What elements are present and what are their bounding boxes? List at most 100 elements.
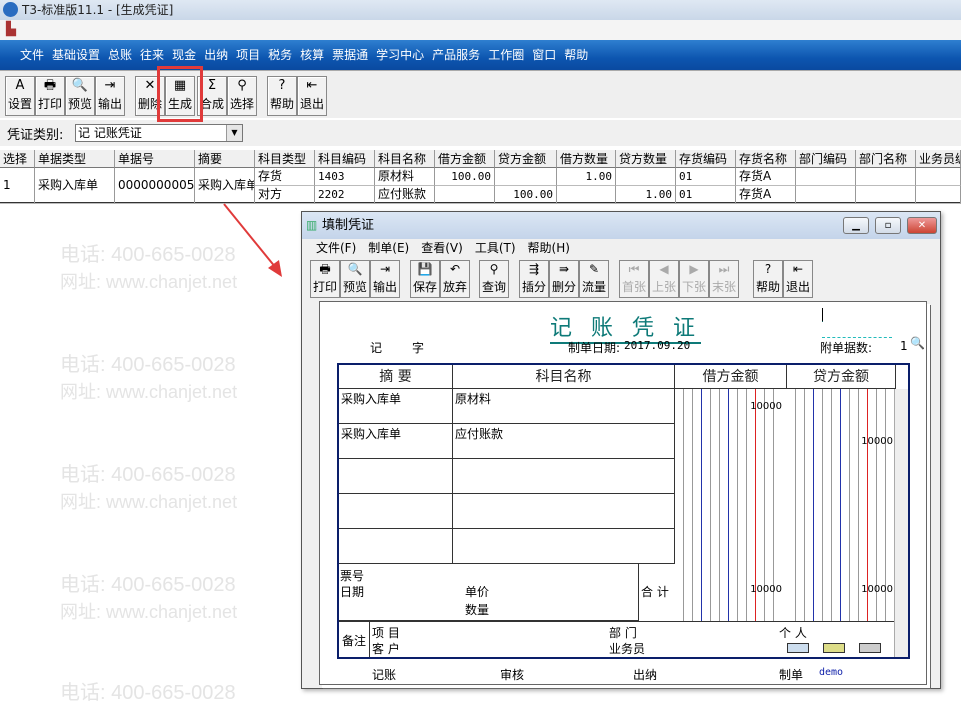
dialog-toolbar-button-12[interactable]: ⏭ 末张 [709,260,739,298]
summary-cell[interactable]: 采购入库单 [339,389,453,424]
summary-cell[interactable] [339,494,453,529]
dialog-toolbar-button-0[interactable]: 🖶 打印 [310,260,340,298]
dialog-toolbar-button-13[interactable]: ? 帮助 [753,260,783,298]
grid-cell-dept_name[interactable] [856,186,916,204]
dialog-toolbar-button-14[interactable]: ⇤ 退出 [783,260,813,298]
dialog-toolbar-button-3[interactable]: 💾 保存 [410,260,440,298]
dialog-toolbar-button-5[interactable]: ⚲ 查询 [479,260,509,298]
grid-cell-acct_name[interactable]: 原材料 [375,168,435,186]
person-label[interactable]: 个 人 [779,624,807,641]
id-card-icon[interactable] [823,643,845,653]
grid-cell-inv_name[interactable]: 存货A [736,186,796,204]
dialog-toolbar-button-11[interactable]: ▶ 下张 [679,260,709,298]
dialog-toolbar-button-7[interactable]: ⇛ 删分 [549,260,579,298]
grid-cell-credit[interactable] [495,168,557,186]
voucher-type-char[interactable]: 记 [370,339,382,356]
grid-header-cell[interactable]: 摘要 [195,150,255,168]
account-cell[interactable] [453,529,675,564]
grid-cell-inv_code[interactable]: 01 [676,168,736,186]
attach-count[interactable]: 1 [900,339,908,353]
toolbar-button-8[interactable]: ? 帮助 [267,76,297,116]
grid-cell-sales[interactable] [916,168,961,186]
minimize-button[interactable]: ▁ [843,217,869,234]
grid-cell-dept_code[interactable] [796,168,856,186]
grid-header-cell[interactable]: 单据号 [115,150,195,168]
dialog-menu-item[interactable]: 查看(V) [415,239,469,258]
account-cell[interactable] [453,494,675,529]
grid-header-cell[interactable]: 科目名称 [375,150,435,168]
toolbar-button-9[interactable]: ⇤ 退出 [297,76,327,116]
summary-cell[interactable] [339,459,453,494]
dialog-menu-item[interactable]: 帮助(H) [522,239,576,258]
dialog-menu-item[interactable]: 文件(F) [310,239,362,258]
grid-cell-doc_type[interactable]: 采购入库单 [35,168,115,204]
grid-cell-debit_qty[interactable] [557,186,616,204]
document-icon[interactable]: ▙ [6,22,16,37]
menu-item[interactable]: 总账 [104,40,136,70]
toolbar-button-0[interactable]: A 设置 [5,76,35,116]
menu-item[interactable]: 学习中心 [372,40,428,70]
grid-cell-credit_qty[interactable] [616,168,676,186]
summary-cell[interactable] [339,529,453,564]
account-cell[interactable] [453,459,675,494]
grid-header-cell[interactable]: 科目类型 [255,150,315,168]
grid-cell-acct_code[interactable]: 2202 [315,186,375,204]
salesman-label[interactable]: 业务员 [609,640,645,657]
dialog-toolbar-button-4[interactable]: ↶ 放弃 [440,260,470,298]
summary-cell[interactable]: 采购入库单 [339,424,453,459]
voucher-no-field[interactable] [822,308,892,338]
toolbar-button-1[interactable]: 🖶 打印 [35,76,65,116]
menu-item[interactable]: 票据通 [328,40,372,70]
grid-header-cell[interactable]: 业务员编 [916,150,961,168]
grid-cell-debit_qty[interactable]: 1.00 [557,168,616,186]
card-icon[interactable] [787,643,809,653]
account-cell[interactable]: 原材料 [453,389,675,424]
grid-header-cell[interactable]: 科目编码 [315,150,375,168]
grid-header-cell[interactable]: 借方数量 [557,150,616,168]
dialog-toolbar-button-1[interactable]: 🔍 预览 [340,260,370,298]
menu-item[interactable]: 文件 [16,40,48,70]
grid-cell-debit[interactable] [435,186,495,204]
grid-cell-select[interactable]: 1 [0,168,35,204]
credit-amount[interactable]: 10000 [833,436,893,447]
grid-header-cell[interactable]: 贷方数量 [616,150,676,168]
menu-item[interactable]: 基础设置 [48,40,104,70]
grid-header-cell[interactable]: 部门编码 [796,150,856,168]
dialog-menu-item[interactable]: 工具(T) [469,239,522,258]
grid-cell-inv_name[interactable]: 存货A [736,168,796,186]
menu-item[interactable]: 出纳 [200,40,232,70]
vertical-scrollbar[interactable] [894,389,908,657]
menu-item[interactable]: 产品服务 [428,40,484,70]
grid-cell-acct_type[interactable]: 对方 [255,186,315,204]
dept-label[interactable]: 部 门 [609,624,637,641]
grid-cell-acct_type[interactable]: 存货 [255,168,315,186]
grid-cell-summary[interactable]: 采购入库单 [195,168,255,204]
dialog-toolbar-button-2[interactable]: ⇥ 输出 [370,260,400,298]
menu-item[interactable]: 窗口 [528,40,560,70]
grid-cell-acct_name[interactable]: 应付账款 [375,186,435,204]
grid-cell-acct_code[interactable]: 1403 [315,168,375,186]
grid-cell-dept_code[interactable] [796,186,856,204]
dialog-toolbar-button-8[interactable]: ✎ 流量 [579,260,609,298]
close-button[interactable]: ✕ [907,217,937,234]
grid-header-cell[interactable]: 借方金额 [435,150,495,168]
search-icon[interactable]: 🔍 [910,336,925,350]
grid-cell-dept_name[interactable] [856,168,916,186]
account-cell[interactable]: 应付账款 [453,424,675,459]
dialog-toolbar-button-9[interactable]: ⏮ 首张 [619,260,649,298]
menu-item[interactable]: 核算 [296,40,328,70]
grid-cell-doc_no[interactable]: 0000000005 [115,168,195,204]
toolbar-button-2[interactable]: 🔍 预览 [65,76,95,116]
grid-header-cell[interactable]: 单据类型 [35,150,115,168]
edit-icon[interactable] [859,643,881,653]
debit-amount[interactable]: 10000 [724,401,782,412]
maximize-button[interactable]: ▫ [875,217,901,234]
toolbar-button-3[interactable]: ⇥ 输出 [95,76,125,116]
date-value[interactable]: 2017.09.20 [624,339,690,352]
dialog-toolbar-button-6[interactable]: ⇶ 插分 [519,260,549,298]
menu-item[interactable]: 帮助 [560,40,592,70]
menu-item[interactable]: 项目 [232,40,264,70]
menu-item[interactable]: 工作圈 [484,40,528,70]
dialog-menu-item[interactable]: 制单(E) [362,239,415,258]
chevron-down-icon[interactable]: ▼ [226,125,242,141]
